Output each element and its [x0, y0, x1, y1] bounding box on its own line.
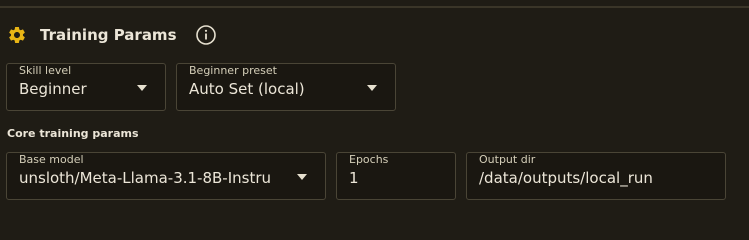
epochs-value: 1 — [349, 169, 359, 187]
output-dir-value: /data/outputs/local_run — [479, 169, 653, 187]
base-model-label: Base model — [19, 153, 84, 166]
panel-title: Training Params — [40, 26, 177, 44]
epochs-field[interactable]: Epochs 1 — [336, 152, 456, 200]
chevron-down-icon — [137, 85, 147, 91]
preset-value: Auto Set (local) — [189, 80, 305, 98]
panel-header: Training Params — [6, 22, 217, 48]
gear-icon — [6, 24, 28, 46]
preset-label: Beginner preset — [189, 64, 277, 77]
chevron-down-icon — [367, 85, 377, 91]
preset-select[interactable]: Beginner preset Auto Set (local) — [176, 63, 396, 111]
panel-top-border — [0, 6, 749, 8]
epochs-label: Epochs — [349, 153, 389, 166]
base-model-value: unsloth/Meta-Llama-3.1-8B-Instru — [19, 169, 272, 187]
output-dir-label: Output dir — [479, 153, 536, 166]
section-title-core: Core training params — [7, 127, 139, 140]
skill-level-label: Skill level — [19, 64, 72, 77]
base-model-select[interactable]: Base model unsloth/Meta-Llama-3.1-8B-Ins… — [6, 152, 326, 200]
skill-level-select[interactable]: Skill level Beginner — [6, 63, 166, 111]
info-icon[interactable] — [195, 24, 217, 46]
chevron-down-icon — [297, 174, 307, 180]
skill-level-value: Beginner — [19, 80, 87, 98]
output-dir-field[interactable]: Output dir /data/outputs/local_run — [466, 152, 726, 200]
